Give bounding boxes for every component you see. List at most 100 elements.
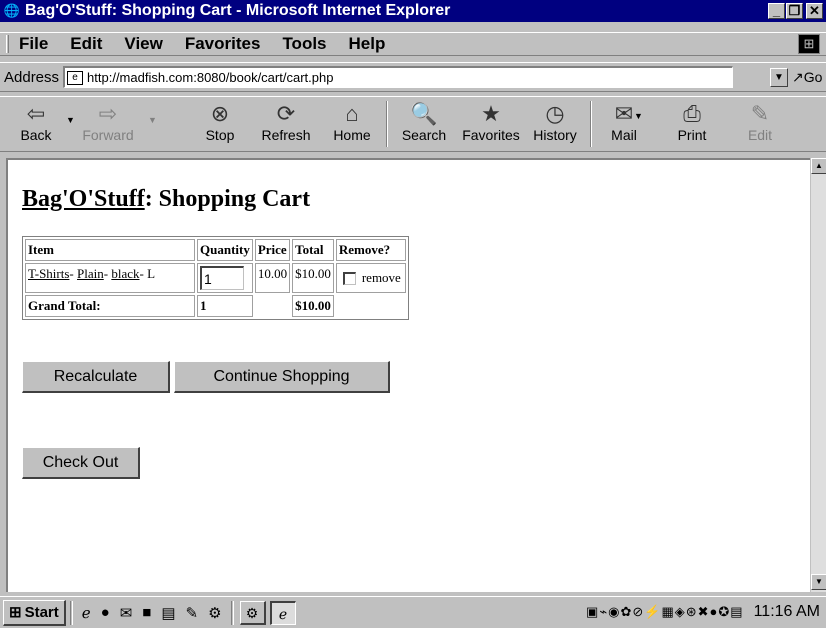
header-total: Total bbox=[292, 239, 334, 261]
history-button[interactable]: ◷ History bbox=[530, 99, 580, 151]
taskbar-app-button[interactable]: ⚙ bbox=[239, 600, 266, 625]
remove-cell: remove bbox=[335, 263, 406, 293]
start-button[interactable]: ⊞ Start bbox=[3, 599, 66, 626]
tool-icon[interactable]: ⚙ bbox=[208, 604, 221, 622]
edit-button[interactable]: ✎ Edit bbox=[742, 99, 778, 151]
edit-pencil-icon: ✎ bbox=[750, 101, 770, 126]
address-url[interactable]: http://madfish.com:8080/book/cart/cart.p… bbox=[87, 70, 333, 85]
remove-checkbox[interactable] bbox=[342, 271, 356, 285]
remove-control[interactable]: remove bbox=[339, 266, 403, 286]
page-icon: e bbox=[67, 70, 84, 85]
scroll-up-icon[interactable]: ▲ bbox=[811, 158, 826, 174]
minimize-button[interactable]: _ bbox=[768, 3, 785, 19]
mail-button[interactable]: ✉ Mail bbox=[604, 99, 644, 151]
vertical-scrollbar[interactable]: ▲ ▼ bbox=[810, 158, 826, 592]
close-button[interactable]: ✕ bbox=[806, 3, 823, 19]
page-viewport: Bag'O'Stuff: Shopping Cart Item Quantity… bbox=[6, 158, 810, 592]
quantity-input[interactable] bbox=[200, 266, 244, 290]
home-icon: ⌂ bbox=[345, 101, 359, 126]
recalculate-button[interactable]: Recalculate bbox=[22, 361, 170, 393]
maximize-button[interactable]: ❐ bbox=[786, 3, 803, 19]
desktop-icon[interactable]: ■ bbox=[142, 604, 151, 621]
windows-logo-icon: ⊞ bbox=[798, 34, 820, 54]
forward-button[interactable]: ⇨ Forward bbox=[80, 99, 136, 151]
empty-cell bbox=[255, 295, 290, 317]
item-style-link[interactable]: Plain bbox=[77, 266, 104, 281]
menu-grip[interactable] bbox=[6, 35, 9, 53]
mail-dropdown-icon[interactable]: ▼ bbox=[634, 111, 643, 121]
window-titlebar: 🌐 Bag'O'Stuff: Shopping Cart - Microsoft… bbox=[0, 0, 826, 22]
address-label: Address bbox=[4, 68, 60, 86]
header-price: Price bbox=[254, 239, 291, 261]
remove-label: remove bbox=[361, 270, 401, 285]
favorites-folder-icon: ★ bbox=[481, 101, 501, 126]
home-button[interactable]: ⌂ Home bbox=[330, 99, 374, 151]
cart-table: Item Quantity Price Total Remove? T-Shir… bbox=[22, 236, 409, 320]
ie-page-icon: 🌐 bbox=[3, 3, 21, 18]
go-arrow-icon: ↗ bbox=[792, 69, 804, 85]
menu-edit[interactable]: Edit bbox=[70, 34, 102, 54]
menu-view[interactable]: View bbox=[124, 34, 162, 54]
address-dropdown-icon[interactable]: ▼ bbox=[770, 68, 788, 87]
back-button[interactable]: ⇦ Back bbox=[14, 99, 58, 151]
window-controls: _ ❐ ✕ bbox=[768, 3, 823, 19]
header-item: Item bbox=[25, 239, 195, 261]
notepad-icon[interactable]: ✎ bbox=[186, 604, 199, 622]
toolbar-separator bbox=[386, 101, 388, 147]
explorer-icon[interactable]: ▤ bbox=[161, 604, 175, 622]
header-quantity: Quantity bbox=[197, 239, 253, 261]
menu-file[interactable]: File bbox=[19, 34, 48, 54]
clock: 11:16 AM bbox=[753, 603, 820, 620]
toolbar-separator bbox=[590, 101, 592, 147]
header-remove: Remove? bbox=[335, 239, 406, 261]
item-size: L bbox=[147, 266, 156, 281]
item-category-link[interactable]: T-Shirts bbox=[28, 266, 69, 281]
grand-total-row: Grand Total: 1 $10.00 bbox=[25, 295, 406, 317]
go-button[interactable]: ↗Go bbox=[792, 69, 822, 86]
quantity-cell bbox=[197, 263, 253, 293]
printer-icon: ⎙ bbox=[683, 101, 701, 126]
store-home-link[interactable]: Bag'O'Stuff bbox=[22, 186, 145, 212]
search-icon: 🔍 bbox=[410, 101, 438, 126]
taskbar-separator bbox=[230, 600, 234, 625]
print-button[interactable]: ⎙ Print bbox=[672, 99, 712, 151]
continue-shopping-button[interactable]: Continue Shopping bbox=[174, 361, 390, 393]
messenger-icon[interactable]: ● bbox=[101, 604, 110, 621]
taskbar-separator bbox=[69, 600, 73, 625]
table-header-row: Item Quantity Price Total Remove? bbox=[25, 239, 406, 261]
forward-dropdown-icon[interactable]: ▼ bbox=[148, 115, 157, 125]
history-icon: ◷ bbox=[545, 101, 565, 126]
price-cell: 10.00 bbox=[254, 263, 291, 293]
menu-help[interactable]: Help bbox=[349, 34, 386, 54]
back-dropdown-icon[interactable]: ▼ bbox=[66, 115, 75, 125]
forward-arrow-icon: ⇨ bbox=[98, 101, 118, 126]
standard-toolbar: ⇦ Back ▼ ⇨ Forward ▼ ⊗ Stop ⟳ Refresh ⌂ … bbox=[0, 96, 826, 152]
search-button[interactable]: 🔍 Search bbox=[396, 99, 452, 151]
ie-quicklaunch-icon[interactable]: ℯ bbox=[82, 604, 91, 622]
grand-total-label: Grand Total: bbox=[25, 295, 195, 317]
cart-item-cell: T-Shirts- Plain- black- L bbox=[25, 263, 195, 293]
page-title: Bag'O'Stuff: Shopping Cart bbox=[22, 186, 310, 213]
item-color-link[interactable]: black bbox=[111, 266, 139, 281]
address-input[interactable]: e http://madfish.com:8080/book/cart/cart… bbox=[63, 66, 734, 88]
windows-flag-icon: ⊞ bbox=[9, 604, 22, 621]
total-cell: $10.00 bbox=[292, 263, 334, 293]
outlook-icon[interactable]: ✉ bbox=[120, 604, 133, 622]
stop-button[interactable]: ⊗ Stop bbox=[200, 99, 240, 151]
back-arrow-icon: ⇦ bbox=[26, 101, 46, 126]
page-title-suffix: : Shopping Cart bbox=[144, 186, 311, 212]
menu-favorites[interactable]: Favorites bbox=[185, 34, 261, 54]
scroll-down-icon[interactable]: ▼ bbox=[811, 574, 826, 590]
tray-icons[interactable]: ▣⌁◉✿⊘⚡▦◈⊛✖●✪▤ bbox=[586, 604, 744, 620]
address-bar: Address e http://madfish.com:8080/book/c… bbox=[0, 62, 826, 92]
menu-bar: File Edit View Favorites Tools Help ⊞ bbox=[0, 32, 826, 56]
grand-total-value: $10.00 bbox=[292, 295, 334, 317]
check-out-button[interactable]: Check Out bbox=[22, 447, 140, 479]
empty-cell bbox=[336, 295, 406, 317]
refresh-button[interactable]: ⟳ Refresh bbox=[258, 99, 314, 151]
favorites-button[interactable]: ★ Favorites bbox=[460, 99, 522, 151]
menu-tools[interactable]: Tools bbox=[282, 34, 326, 54]
taskbar-ie-button[interactable]: ℯ bbox=[269, 600, 296, 625]
stop-icon: ⊗ bbox=[210, 101, 230, 126]
windows-taskbar: ⊞ Start ℯ ● ✉ ■ ▤ ✎ ⚙ ⚙ ℯ ▣⌁◉✿⊘⚡▦◈⊛✖●✪▤ … bbox=[0, 596, 826, 628]
